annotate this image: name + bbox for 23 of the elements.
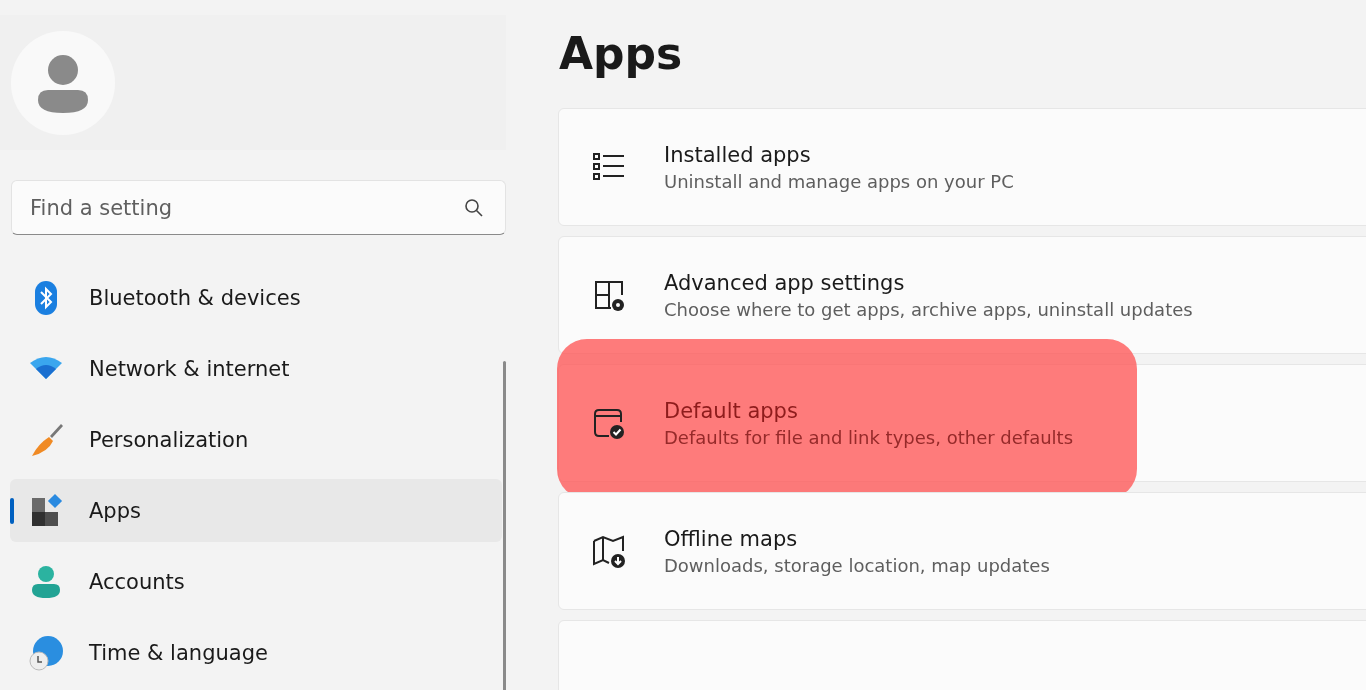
map-icon: [591, 533, 627, 570]
nav-item[interactable]: Accounts: [10, 550, 502, 613]
card-subtitle: Downloads, storage location, map updates: [664, 554, 1050, 576]
avatar-icon: [11, 30, 115, 135]
card-title: Installed apps: [664, 142, 812, 167]
nav-item[interactable]: Network & internet: [10, 337, 502, 400]
nav-item[interactable]: Personalization: [10, 408, 502, 471]
nav-item[interactable]: Time & language: [10, 621, 502, 684]
card-subtitle: Uninstall and manage apps on your PC: [664, 170, 1014, 192]
nav-item[interactable]: Bluetooth & devices: [10, 266, 502, 329]
settings-card[interactable]: Advanced app settings Choose where to get apps, archive apps, uninstall updates: [558, 236, 1366, 355]
card-title: Offline maps: [664, 526, 799, 551]
settings-card[interactable]: Offline maps Downloads, storage location, map updates: [558, 492, 1366, 611]
search-field[interactable]: Find a setting: [11, 180, 506, 235]
card-subtitle: Choose where to get apps, archive apps, uninstall updates: [664, 298, 1193, 320]
nav-item[interactable]: Apps: [10, 479, 502, 542]
card-title: Default apps: [664, 398, 799, 423]
globe-icon: [28, 634, 64, 671]
page-title: Apps: [559, 30, 684, 79]
card-title: Advanced app settings: [664, 270, 906, 295]
search-icon: [464, 198, 484, 218]
card-subtitle: Defaults for file and link types, other defaults: [664, 426, 1074, 448]
settings-card[interactable]: Installed apps Uninstall and manage apps on your PC: [558, 108, 1366, 227]
